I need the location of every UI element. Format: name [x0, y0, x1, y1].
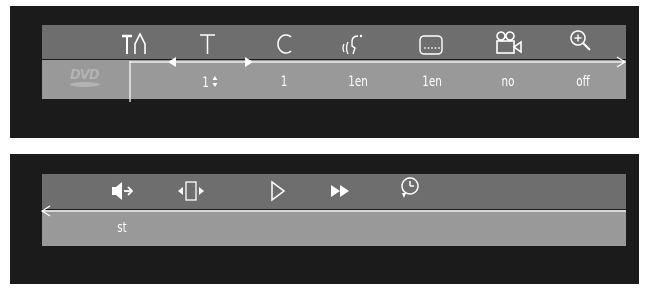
sound-value: st [117, 220, 127, 236]
play-icon[interactable] [269, 178, 309, 206]
dvd-menu-bar-panel: DVD 1 1 1en 1en no off [10, 6, 639, 138]
audio-value: 1en [348, 74, 368, 90]
timer-icon[interactable] [399, 175, 439, 203]
left-arrow-icon [168, 57, 176, 67]
frame-icon[interactable] [176, 178, 216, 206]
angle-value: no [501, 74, 515, 90]
dvd-menu-bar-panel-2: st [10, 154, 639, 284]
fast-forward-icon[interactable] [329, 178, 369, 206]
subtitle-value: 1en [422, 74, 442, 90]
subtitle-icon[interactable] [417, 30, 457, 58]
title-value: 1 [185, 74, 234, 91]
sound-icon[interactable] [110, 178, 150, 206]
chapter-icon[interactable] [275, 30, 315, 58]
menu-cursor-line [40, 205, 626, 217]
camera-angle-icon[interactable] [494, 28, 534, 56]
zoom-icon[interactable] [568, 28, 608, 56]
right-arrow-icon [245, 57, 253, 67]
audio-icon[interactable] [340, 30, 380, 58]
zoom-value: off [576, 74, 590, 90]
title-icon[interactable] [197, 30, 237, 58]
setup-icon[interactable] [120, 30, 160, 58]
chapter-value: 1 [280, 74, 288, 90]
menu-cursor-lines [129, 56, 627, 102]
